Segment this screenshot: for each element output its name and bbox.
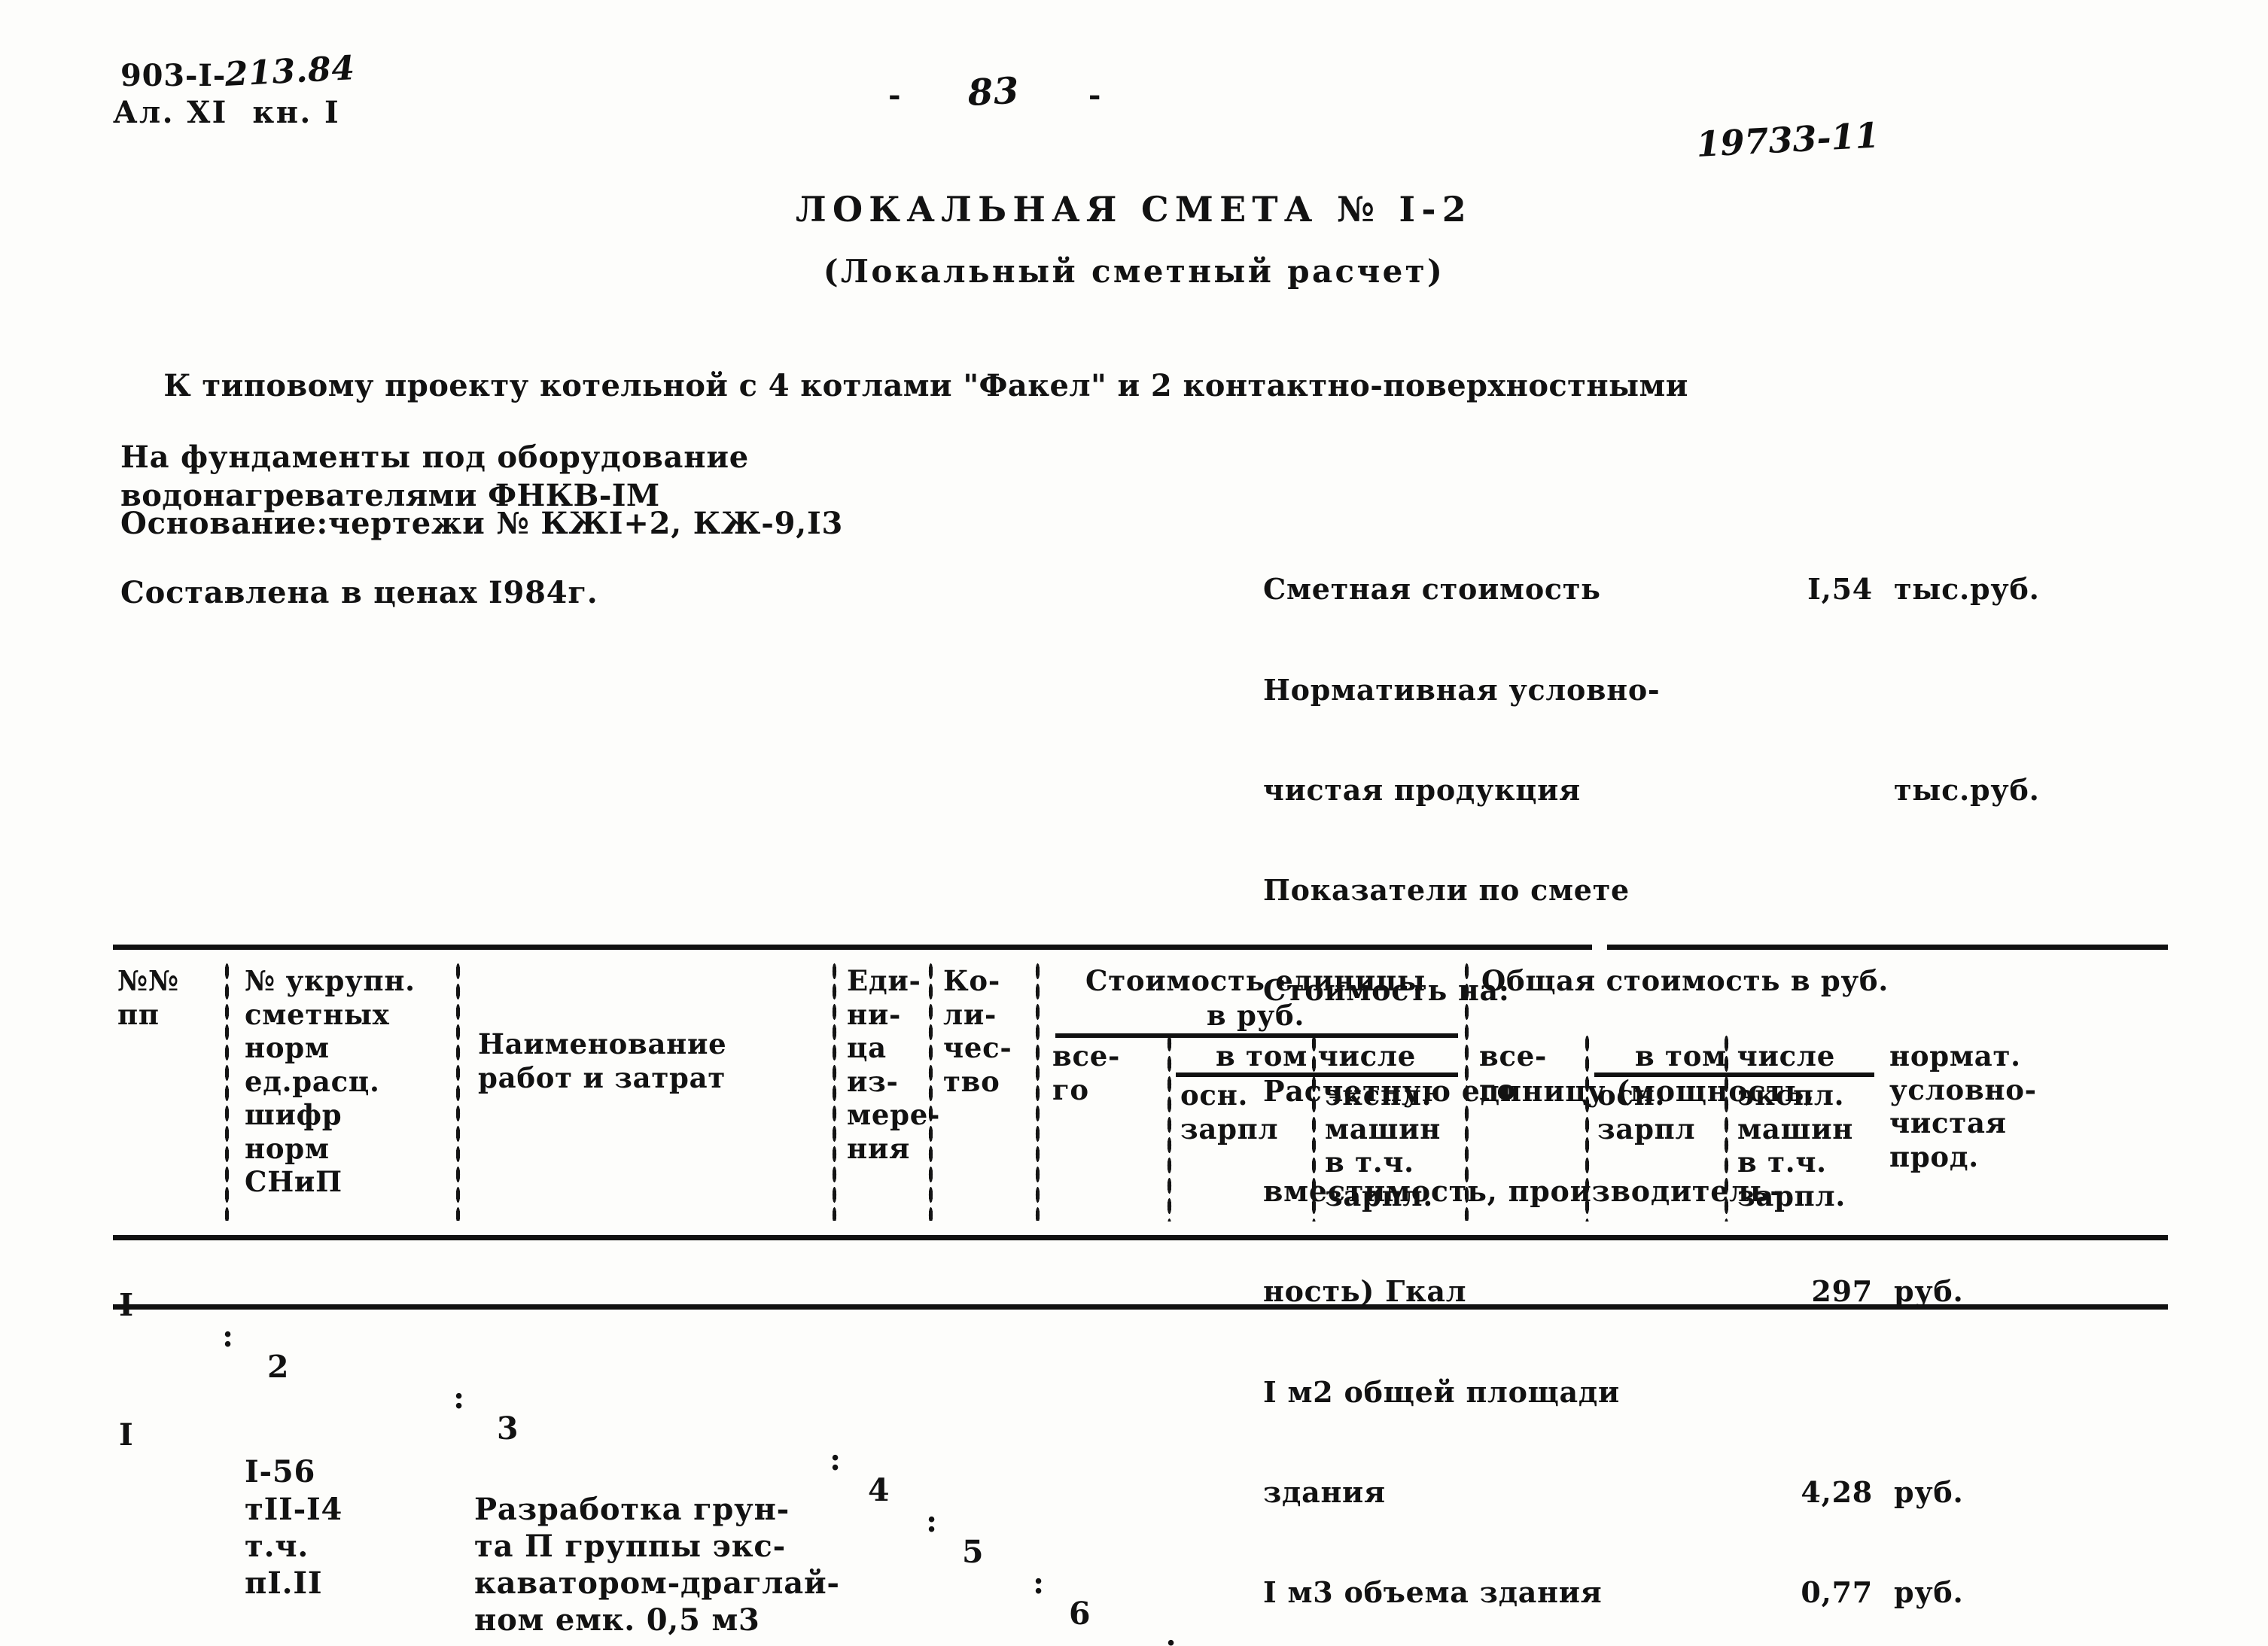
header-col-6: все- го	[1052, 1039, 1121, 1106]
header-col-5: Ко- ли- чес- тво	[943, 964, 1012, 1098]
summary-label: чистая продукция	[1263, 772, 1581, 807]
page-dash-left: -	[888, 78, 902, 113]
header-col-10: осн. зарпл	[1597, 1079, 1696, 1146]
col-separator-5	[1035, 961, 1040, 1221]
header-group-unit-cost: Стоимость единицы	[1085, 964, 1426, 997]
header-col-11: экспл. машин в т.ч. зарпл.	[1737, 1079, 1854, 1212]
row-number: I	[119, 1417, 134, 1453]
page-number-marker: - 83 -	[888, 69, 1102, 114]
column-number-2: 2	[267, 1349, 290, 1385]
project-series-typed: 903-I-	[120, 58, 227, 93]
summary-label: Показатели по смете	[1263, 873, 1630, 908]
header-col-3: Наименование работ и затрат	[478, 1027, 727, 1094]
column-number-row: I : 2 : 3 : 4 : 5 : 6 : 7 : 8 : 9 : IO :…	[113, 1259, 2168, 1646]
project-series-stamp: 903-I-213.84	[120, 49, 356, 94]
summary-row: Сметная стоимость I,54 тыс.руб.	[1263, 573, 2039, 606]
header-col-12: нормат. условно- чистая прод.	[1889, 1039, 2037, 1173]
summary-value: I,54	[1807, 572, 1873, 607]
summary-row: чистая продукция тыс.руб.	[1263, 773, 2039, 807]
unit-cost-group-underline	[1055, 1033, 1458, 1038]
header-group-unit-cost-sub: в руб.	[1206, 999, 1305, 1032]
summary-label: Сметная стоимость	[1263, 572, 1601, 607]
col-separator-4	[928, 961, 933, 1221]
header-col-2: № укрупн. сметных норм ед.расц. шифр нор…	[245, 964, 416, 1199]
page-number-handwritten: 83	[967, 69, 1021, 114]
col-separator-1	[224, 961, 230, 1221]
archive-code-handwritten: 19733-11	[1695, 114, 1880, 165]
intro-line-1: К типовому проекту котельной с 4 котлами…	[163, 367, 1688, 403]
summary-row: Показатели по смете	[1263, 873, 1629, 907]
header-group-total-cost: Общая стоимость в руб.	[1481, 964, 1889, 997]
page-subtitle: (Локальный сметный расчет)	[823, 253, 1445, 290]
header-col-4: Еди- ни- ца из- мере- ния	[847, 964, 941, 1165]
header-incl-total: в том числе	[1634, 1039, 1836, 1072]
table-top-rule-left	[113, 945, 1592, 950]
summary-unit: тыс.руб.	[1894, 772, 2040, 807]
project-series-handwritten: 213.84	[224, 49, 357, 94]
summary-row: вместимость, производитель-	[1263, 1174, 1782, 1208]
summary-unit: тыс.руб.	[1894, 572, 2040, 607]
table-top-rule-right	[1607, 945, 2168, 950]
header-col-8: экспл. машин в т.ч. зарпл.	[1325, 1079, 1441, 1212]
table-row: I I-56 тII-I4 т.ч. пI.II Разработка грун…	[113, 1380, 2168, 1646]
incl-unit-underline	[1176, 1072, 1458, 1077]
page-dash-right: -	[1088, 78, 1102, 113]
row-work-name: Разработка грун- та П группы экс- кавато…	[474, 1491, 840, 1638]
header-col-9: все- го	[1479, 1039, 1548, 1106]
table-header-bottom-rule	[113, 1235, 2168, 1240]
album-book-line: Ал. XI кн. I	[113, 95, 341, 130]
col-separator-6	[1167, 1033, 1172, 1222]
col-num-sep-1: :	[222, 1318, 234, 1354]
col-separator-8	[1464, 961, 1469, 1221]
purpose-line: На фундаменты под оборудование	[120, 440, 750, 475]
table-numbers-bottom-rule	[113, 1304, 2168, 1310]
row-norm-code: I-56 тII-I4 т.ч. пI.II	[245, 1454, 343, 1601]
header-incl-unit: в том числе	[1215, 1039, 1417, 1072]
summary-row: Нормативная условно-	[1263, 673, 1660, 707]
basis-line: Основание:чертежи № КЖI+2, КЖ-9,I3	[120, 506, 844, 541]
header-col-7: осн. зарпл	[1180, 1079, 1279, 1146]
page-title: ЛОКАЛЬНАЯ СМЕТА № I-2	[795, 189, 1472, 230]
summary-label: Нормативная условно-	[1263, 672, 1661, 707]
price-level-line: Составлена в ценах I984г.	[120, 575, 598, 610]
incl-total-underline	[1594, 1072, 1874, 1077]
header-col-1: №№ пп	[117, 964, 179, 1031]
col-separator-2	[455, 961, 461, 1221]
col-separator-9	[1585, 1033, 1590, 1222]
document-page: 903-I-213.84 Ал. XI кн. I -83- 19733-11 …	[0, 0, 2268, 1646]
col-separator-3	[832, 961, 837, 1221]
